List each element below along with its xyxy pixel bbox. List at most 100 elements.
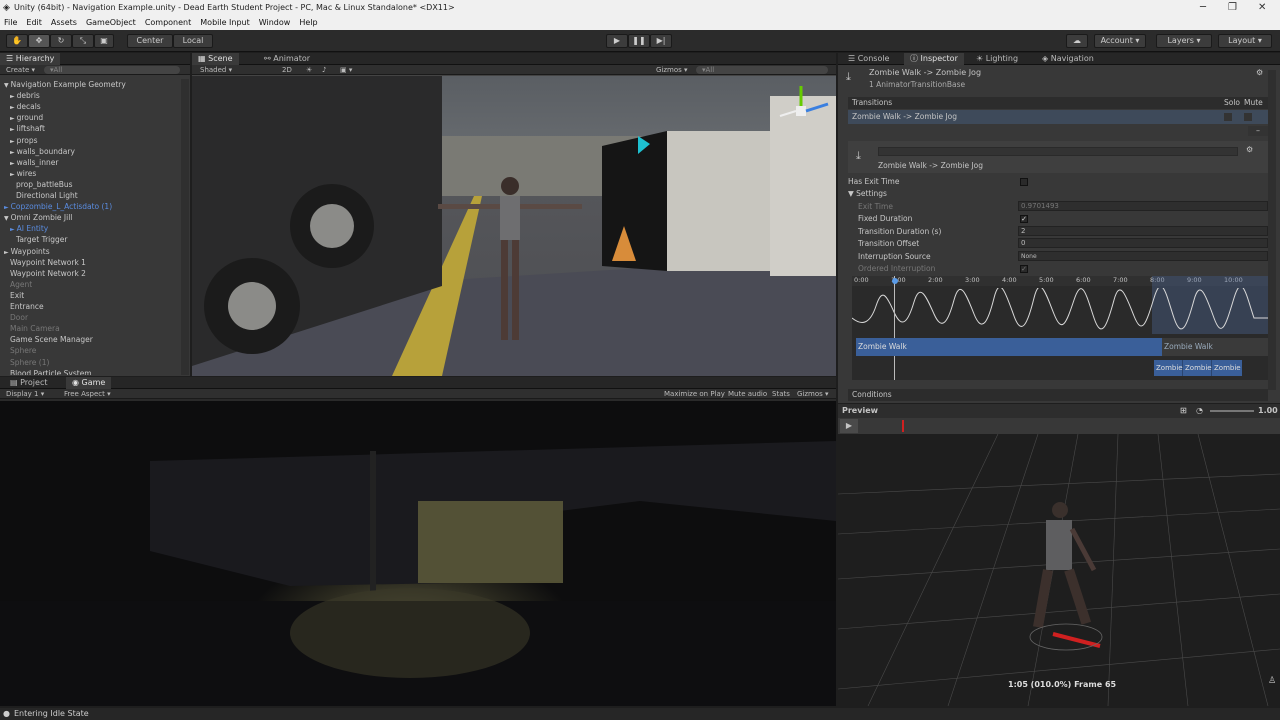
expand-arrow-icon[interactable]: ► bbox=[10, 160, 15, 167]
menu-edit[interactable]: Edit bbox=[26, 16, 42, 30]
hierarchy-item[interactable]: Exit bbox=[0, 290, 180, 301]
restore-icon[interactable]: ❐ bbox=[1228, 0, 1237, 16]
aspect-dropdown[interactable]: Free Aspect ▾ bbox=[64, 389, 111, 399]
scale-tool-icon[interactable]: ⤡ bbox=[72, 34, 94, 48]
hierarchy-scrollbar[interactable] bbox=[181, 79, 189, 375]
hierarchy-item[interactable]: ► ground bbox=[0, 112, 180, 123]
hierarchy-item[interactable]: ► walls_inner bbox=[0, 157, 180, 168]
display-dropdown[interactable]: Display 1 ▾ bbox=[6, 389, 44, 399]
mute-checkbox[interactable] bbox=[1244, 113, 1252, 121]
pivot-local-button[interactable]: Local bbox=[173, 34, 213, 48]
menu-assets[interactable]: Assets bbox=[51, 16, 77, 30]
hierarchy-item[interactable]: ► Copzombie_L_Actisdato (1) bbox=[0, 201, 180, 212]
transition-name-field[interactable] bbox=[878, 147, 1238, 156]
hierarchy-item[interactable]: Directional Light bbox=[0, 190, 180, 201]
minimize-icon[interactable]: ─ bbox=[1200, 0, 1206, 16]
hierarchy-item[interactable]: Waypoint Network 1 bbox=[0, 257, 180, 268]
expand-arrow-icon[interactable]: ► bbox=[10, 149, 15, 156]
hierarchy-item[interactable]: Game Scene Manager bbox=[0, 334, 180, 345]
expand-arrow-icon[interactable]: ► bbox=[10, 115, 15, 122]
inspector-scrollbar[interactable] bbox=[1268, 70, 1276, 390]
menu-mobile-input[interactable]: Mobile Input bbox=[200, 16, 250, 30]
hierarchy-item[interactable]: ► decals bbox=[0, 101, 180, 112]
hand-tool-icon[interactable]: ✋ bbox=[6, 34, 28, 48]
scene-viewport[interactable] bbox=[192, 76, 836, 376]
collapse-arrow-icon[interactable]: ▼ bbox=[4, 82, 9, 89]
tab-animator[interactable]: ⚯ Animator bbox=[258, 53, 316, 65]
remove-transition-button[interactable]: – bbox=[1248, 126, 1268, 136]
hierarchy-item[interactable]: Agent bbox=[0, 279, 180, 290]
pivot-center-button[interactable]: Center bbox=[127, 34, 173, 48]
source-clip-bar[interactable]: Zombie Walk bbox=[856, 338, 1162, 356]
collapse-arrow-icon[interactable]: ▼ bbox=[4, 215, 9, 222]
tab-lighting[interactable]: ☀ Lighting bbox=[970, 53, 1024, 65]
cloud-icon[interactable]: ☁ bbox=[1066, 34, 1088, 48]
stats-toggle[interactable]: Stats bbox=[772, 389, 790, 399]
expand-arrow-icon[interactable]: ► bbox=[4, 249, 9, 256]
menu-help[interactable]: Help bbox=[299, 16, 317, 30]
expand-arrow-icon[interactable]: ► bbox=[10, 93, 15, 100]
hierarchy-item[interactable]: Main Camera bbox=[0, 323, 180, 334]
tab-hierarchy[interactable]: ☰ Hierarchy bbox=[0, 53, 61, 65]
expand-arrow-icon[interactable]: ► bbox=[10, 126, 15, 133]
hierarchy-item[interactable]: Target Trigger bbox=[0, 234, 180, 245]
menu-gameobject[interactable]: GameObject bbox=[86, 16, 136, 30]
tab-scene[interactable]: ▦ Scene bbox=[192, 53, 239, 65]
step-icon[interactable]: ▶| bbox=[650, 34, 672, 48]
hierarchy-item[interactable]: Door bbox=[0, 312, 180, 323]
audio-toggle-icon[interactable]: ♪ bbox=[322, 65, 326, 75]
ordered-interruption-checkbox[interactable]: ✓ bbox=[1020, 265, 1028, 273]
hierarchy-item[interactable]: ► Waypoints bbox=[0, 246, 180, 257]
has-exit-time-checkbox[interactable] bbox=[1020, 178, 1028, 186]
scene-search-input[interactable]: ▾All bbox=[696, 66, 828, 74]
game-viewport[interactable] bbox=[0, 401, 836, 706]
preview-play-icon[interactable]: ▶ bbox=[840, 419, 858, 433]
transition-offset-field[interactable]: 0 bbox=[1018, 238, 1268, 248]
layers-dropdown[interactable]: Layers ▾ bbox=[1156, 34, 1212, 48]
solo-checkbox[interactable] bbox=[1224, 113, 1232, 121]
playhead-handle[interactable] bbox=[892, 278, 898, 284]
tab-project[interactable]: ▤ Project bbox=[4, 377, 53, 389]
expand-arrow-icon[interactable]: ► bbox=[10, 171, 15, 178]
hierarchy-item[interactable]: ► wires bbox=[0, 168, 180, 179]
effects-toggle-icon[interactable]: ▣ ▾ bbox=[340, 65, 352, 75]
transition-gear-icon[interactable]: ⚙ bbox=[1246, 145, 1253, 154]
playhead[interactable] bbox=[894, 276, 895, 380]
hierarchy-item[interactable]: Waypoint Network 2 bbox=[0, 268, 180, 279]
lighting-toggle-icon[interactable]: ☀ bbox=[306, 65, 312, 75]
expand-arrow-icon[interactable]: ► bbox=[10, 138, 15, 145]
transition-duration-field[interactable]: 2 bbox=[1018, 226, 1268, 236]
preview-scrubber[interactable] bbox=[902, 420, 904, 432]
expand-arrow-icon[interactable]: ► bbox=[10, 226, 15, 233]
hierarchy-item[interactable]: Blood Particle System bbox=[0, 368, 180, 375]
exit-time-field[interactable]: 0.9701493 bbox=[1018, 201, 1268, 211]
rotate-tool-icon[interactable]: ↻ bbox=[50, 34, 72, 48]
rect-tool-icon[interactable]: ▣ bbox=[94, 34, 114, 48]
tab-console[interactable]: ☰ Console bbox=[842, 53, 895, 65]
layout-dropdown[interactable]: Layout ▾ bbox=[1218, 34, 1272, 48]
hierarchy-item[interactable]: ► AI Entity bbox=[0, 223, 180, 234]
preview-speed-slider[interactable] bbox=[1210, 410, 1254, 412]
preview-viewport[interactable] bbox=[838, 434, 1280, 706]
preview-avatar-icon[interactable]: ♙ bbox=[1268, 676, 1276, 686]
pause-icon[interactable]: ❚❚ bbox=[628, 34, 650, 48]
menu-window[interactable]: Window bbox=[259, 16, 291, 30]
settings-foldout[interactable]: ▼ Settings bbox=[848, 188, 1268, 200]
interruption-source-dropdown[interactable]: None bbox=[1018, 251, 1268, 261]
hierarchy-item[interactable]: ▼ Omni Zombie Jill bbox=[0, 212, 180, 223]
create-dropdown[interactable]: Create ▾ bbox=[6, 65, 35, 75]
transition-list-item[interactable]: Zombie Walk -> Zombie Jog bbox=[848, 110, 1268, 124]
tab-inspector[interactable]: ⓘ Inspector bbox=[904, 53, 964, 65]
menu-file[interactable]: File bbox=[4, 16, 17, 30]
target-clip-bar[interactable]: Zombie Zombie Zombie bbox=[1154, 360, 1242, 376]
transition-timeline[interactable]: 0:00 1:00 2:00 3:00 4:00 5:00 6:00 7:00 … bbox=[852, 276, 1268, 380]
fixed-duration-checkbox[interactable]: ✓ bbox=[1020, 215, 1028, 223]
account-dropdown[interactable]: Account ▾ bbox=[1094, 34, 1146, 48]
preview-speed-icon[interactable]: ◔ bbox=[1196, 404, 1203, 418]
inspector-settings-icon[interactable]: ⚙ bbox=[1256, 68, 1263, 77]
hierarchy-item[interactable]: ▼ Navigation Example Geometry bbox=[0, 79, 180, 90]
game-gizmos-dropdown[interactable]: Gizmos ▾ bbox=[797, 389, 829, 399]
hierarchy-item[interactable]: prop_battleBus bbox=[0, 179, 180, 190]
tab-navigation[interactable]: ◈ Navigation bbox=[1036, 53, 1100, 65]
move-tool-icon[interactable]: ✥ bbox=[28, 34, 50, 48]
